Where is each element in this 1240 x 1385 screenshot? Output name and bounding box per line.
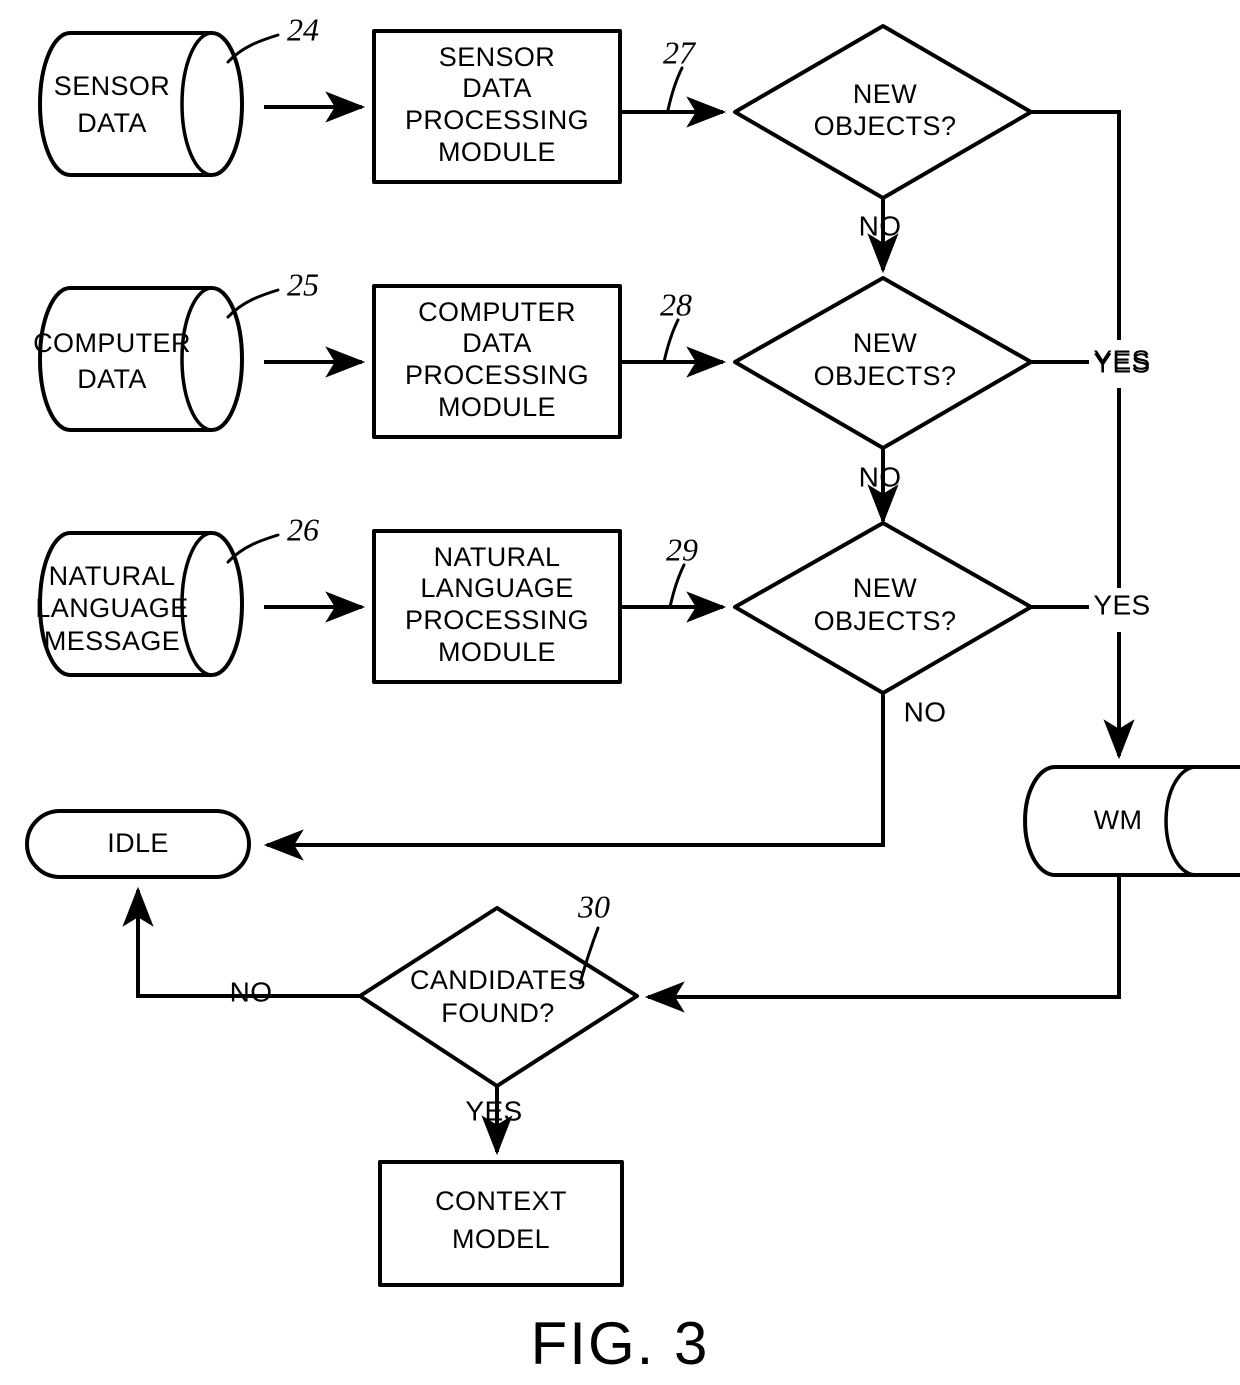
node-decision-new-objects-3: NEW OBJECTS? bbox=[733, 521, 1033, 695]
node-computer-module: COMPUTER DATA PROCESSING MODULE bbox=[372, 284, 622, 439]
ref-leader-26: 26 bbox=[226, 511, 319, 564]
decision2-label-1: NEW bbox=[853, 328, 917, 358]
ref-number-25: 25 bbox=[287, 266, 319, 302]
ref-leader-29: 29 bbox=[666, 531, 698, 609]
edge-label-yes-4: YES bbox=[465, 1095, 522, 1126]
ref-number-27: 27 bbox=[663, 34, 697, 70]
node-idle: IDLE bbox=[25, 809, 251, 879]
edge-label-yes-2: YES bbox=[1093, 344, 1150, 375]
patent-figure-page: SENSOR DATA 24 SENSOR DATA PROCESSING MO… bbox=[0, 0, 1240, 1385]
node-sensor-module: SENSOR DATA PROCESSING MODULE bbox=[372, 29, 622, 184]
decision1-label-2: OBJECTS? bbox=[814, 111, 957, 141]
nl-module-label-2: LANGUAGE bbox=[420, 573, 573, 603]
edge-label-no-4: NO bbox=[230, 976, 273, 1007]
computer-data-label-2: DATA bbox=[77, 364, 147, 394]
computer-module-label-2: DATA bbox=[462, 328, 532, 358]
ref-number-30: 30 bbox=[577, 888, 610, 924]
nl-module-label-1: NATURAL bbox=[434, 542, 561, 572]
decision4-label-2: FOUND? bbox=[441, 998, 554, 1028]
node-context-model: CONTEXT MODEL bbox=[378, 1160, 624, 1287]
sensor-module-label-4: MODULE bbox=[438, 137, 556, 167]
decision2-label-2: OBJECTS? bbox=[814, 361, 957, 391]
edge-label-no-2: NO bbox=[859, 461, 902, 492]
ref-leader-24: 24 bbox=[226, 11, 319, 64]
edge-label-yes-3: YES bbox=[1093, 589, 1150, 620]
ref-number-29: 29 bbox=[666, 531, 698, 567]
flowchart-svg: SENSOR DATA 24 SENSOR DATA PROCESSING MO… bbox=[25, 11, 1240, 1377]
sensor-data-label-1: SENSOR bbox=[54, 71, 170, 101]
node-nl-module: NATURAL LANGUAGE PROCESSING MODULE bbox=[372, 529, 622, 684]
decision1-label-1: NEW bbox=[853, 79, 917, 109]
sensor-module-label-2: DATA bbox=[462, 73, 532, 103]
decision3-label-1: NEW bbox=[853, 573, 917, 603]
nl-message-label-1: NATURAL bbox=[49, 561, 176, 591]
ref-number-28: 28 bbox=[660, 286, 692, 322]
context-model-label-1: CONTEXT bbox=[435, 1186, 567, 1216]
ref-leader-28: 28 bbox=[660, 286, 692, 364]
edge-decision3-no-to-idle bbox=[263, 693, 885, 861]
sensor-module-label-3: PROCESSING bbox=[405, 105, 589, 135]
decision4-label-1: CANDIDATES bbox=[410, 965, 586, 995]
decision3-label-2: OBJECTS? bbox=[814, 606, 957, 636]
context-model-label-2: MODEL bbox=[452, 1224, 550, 1254]
computer-module-label-4: MODULE bbox=[438, 392, 556, 422]
edge-label-no-1: NO bbox=[859, 210, 902, 241]
computer-module-label-3: PROCESSING bbox=[405, 360, 589, 390]
node-decision-new-objects-2: NEW OBJECTS? bbox=[733, 276, 1033, 450]
nl-message-label-2: LANGUAGE bbox=[35, 593, 188, 623]
figure-caption: FIG. 3 bbox=[531, 1310, 710, 1377]
ref-number-26: 26 bbox=[287, 511, 319, 547]
nl-module-label-4: MODULE bbox=[438, 637, 556, 667]
node-computer-data: COMPUTER DATA bbox=[33, 286, 244, 432]
ref-leader-27: 27 bbox=[663, 34, 697, 112]
idle-label: IDLE bbox=[107, 828, 169, 858]
node-decision-new-objects-1: NEW OBJECTS? bbox=[733, 24, 1033, 200]
nl-message-label-3: MESSAGE bbox=[44, 626, 180, 656]
computer-data-label-1: COMPUTER bbox=[33, 328, 191, 358]
ref-leader-25: 25 bbox=[226, 266, 319, 319]
node-nl-message: NATURAL LANGUAGE MESSAGE bbox=[35, 531, 244, 677]
nl-module-label-3: PROCESSING bbox=[405, 605, 589, 635]
edge-wm-to-decision4 bbox=[644, 875, 1121, 1013]
ref-number-24: 24 bbox=[287, 11, 319, 47]
edge-decision1-yes bbox=[1031, 110, 1121, 340]
computer-module-label-1: COMPUTER bbox=[418, 297, 576, 327]
node-sensor-data: SENSOR DATA bbox=[38, 31, 244, 177]
node-wm: WM bbox=[1023, 765, 1240, 877]
edge-label-no-3: NO bbox=[904, 696, 947, 727]
wm-label: WM bbox=[1094, 805, 1143, 835]
sensor-data-label-2: DATA bbox=[77, 108, 147, 138]
sensor-module-label-1: SENSOR bbox=[439, 42, 555, 72]
